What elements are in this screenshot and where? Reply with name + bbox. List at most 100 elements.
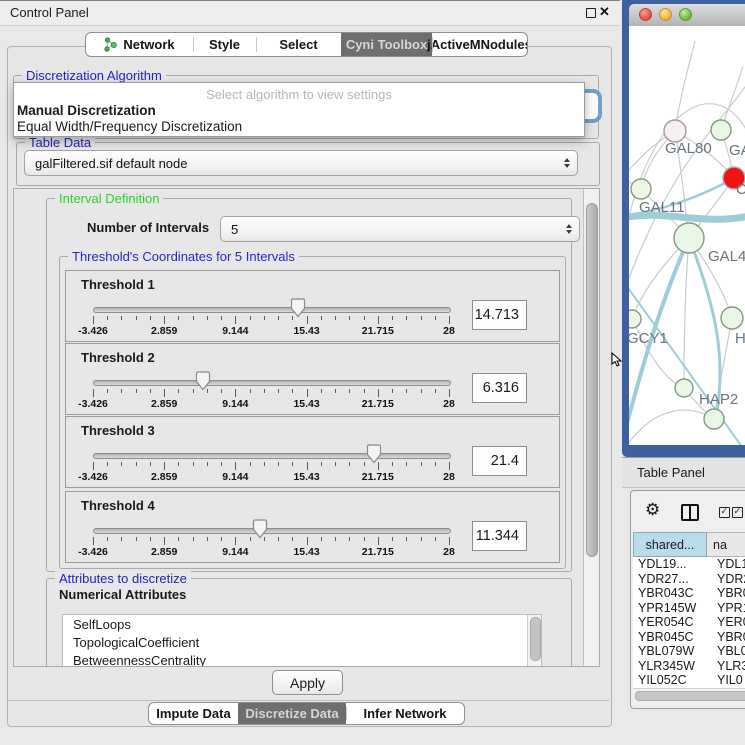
tab-impute-data[interactable]: Impute Data xyxy=(149,703,238,724)
network-node[interactable] xyxy=(675,379,693,397)
slider-track[interactable] xyxy=(93,528,451,534)
tick-label: 9.144 xyxy=(205,325,265,337)
group-title: Table Data xyxy=(25,135,95,150)
tab-select[interactable]: Select xyxy=(256,33,341,56)
dropdown-option-equal-width-frequency[interactable]: Equal Width/Frequency Discretization xyxy=(17,119,242,134)
tab-discretize-data[interactable]: Discretize Data xyxy=(238,703,346,724)
tick-label: -3.426 xyxy=(63,546,123,558)
table-row[interactable]: YPR145WYPR1 xyxy=(633,601,745,616)
attribute-list-item[interactable]: TopologicalCoefficient xyxy=(63,634,527,652)
slider-track[interactable] xyxy=(93,380,451,386)
table-row[interactable]: YER054CYER0 xyxy=(633,615,745,630)
tab-jactivemnodules[interactable]: jActiveMNodules xyxy=(432,33,527,56)
network-node[interactable] xyxy=(704,409,724,429)
tab-label: Cyni Toolbox xyxy=(346,37,427,52)
tick-label: 28 xyxy=(419,398,479,410)
tab-infer-network[interactable]: Infer Network xyxy=(346,703,464,724)
threshold-2-panel: Threshold 2 -3.4262.8599.14415.4321.7152… xyxy=(65,343,560,415)
gear-icon[interactable]: ⚙ xyxy=(645,500,660,520)
network-node[interactable] xyxy=(629,310,641,328)
table-data-combobox[interactable]: galFiltered.sif default node xyxy=(24,150,578,176)
table-horizontal-scrollbar[interactable] xyxy=(633,688,745,701)
column-header-name[interactable]: na xyxy=(707,532,745,557)
table-row[interactable]: YBL079WYBL0 xyxy=(633,644,745,659)
float-window-icon[interactable] xyxy=(586,8,596,18)
slider-track[interactable] xyxy=(93,453,451,459)
settings-scrollbar[interactable] xyxy=(583,189,599,666)
minimize-traffic-light[interactable] xyxy=(659,8,672,21)
threshold-value-field[interactable]: 14.713 xyxy=(472,300,527,330)
tab-network[interactable]: Network xyxy=(86,33,193,56)
columns-icon[interactable] xyxy=(681,504,699,521)
column-header-shared-name[interactable]: shared... xyxy=(633,532,707,557)
table-row[interactable]: YBR043CYBR0 xyxy=(633,586,745,601)
slider-thumb[interactable] xyxy=(251,519,269,539)
settings-scroll-area: Interval Definition Number of Intervals … xyxy=(13,188,600,667)
threshold-label: Threshold 3 xyxy=(81,423,155,438)
table-row[interactable]: YBR045CYBR0 xyxy=(633,630,745,645)
table-row[interactable]: YIL052CYIL0 xyxy=(633,673,745,688)
spinner-icon xyxy=(564,158,570,168)
checkbox-icon[interactable] xyxy=(732,507,743,518)
network-canvas[interactable]: GAL80GACGAL11GAL4GCY1HHAP2 xyxy=(629,26,745,445)
tick-label: 9.144 xyxy=(205,471,265,483)
node-label: GAL4 xyxy=(708,248,745,265)
table-rows: YDL19...YDL1YDR27...YDR2YBR043CYBR0YPR14… xyxy=(633,557,745,688)
node-label: C xyxy=(736,181,745,198)
tick-label: 21.715 xyxy=(348,546,408,558)
control-panel-header: Control Panel ✕ xyxy=(0,0,620,26)
slider-thumb[interactable] xyxy=(289,298,307,318)
thresholds-group: Threshold's Coordinates for 5 Intervals … xyxy=(59,256,566,569)
table-panel-header: Table Panel xyxy=(622,457,745,488)
tab-label: Discretize Data xyxy=(245,706,338,721)
top-tab-bar: Network Style Select Cyni Toolbox jActiv… xyxy=(85,32,528,57)
apply-button[interactable]: Apply xyxy=(272,670,343,695)
network-icon xyxy=(104,37,117,52)
network-node[interactable] xyxy=(674,223,704,253)
zoom-traffic-light[interactable] xyxy=(679,8,692,21)
tick-label: 9.144 xyxy=(205,398,265,410)
attribute-list-item[interactable]: BetweennessCentrality xyxy=(63,652,527,667)
tick-label: 2.859 xyxy=(134,325,194,337)
attributes-list-scrollbar[interactable] xyxy=(527,615,541,667)
table-row[interactable]: YDR27...YDR2 xyxy=(633,572,745,587)
network-window-titlebar[interactable] xyxy=(629,4,745,27)
bottom-tab-bar: Impute Data Discretize Data Infer Networ… xyxy=(148,702,465,725)
num-intervals-combobox[interactable]: 5 xyxy=(220,216,580,242)
tick-label: -3.426 xyxy=(63,325,123,337)
group-title: Attributes to discretize xyxy=(55,571,191,586)
threshold-value-field[interactable]: 11.344 xyxy=(472,521,527,551)
attributes-list-items: SelfLoopsTopologicalCoefficientBetweenne… xyxy=(63,616,527,667)
network-edge xyxy=(629,410,714,445)
network-node[interactable] xyxy=(631,179,651,199)
attributes-list: SelfLoopsTopologicalCoefficientBetweenne… xyxy=(62,614,542,667)
checkbox-icon[interactable] xyxy=(719,507,730,518)
threshold-1-panel: Threshold 1 -3.4262.8599.14415.4321.7152… xyxy=(65,270,560,342)
table-row[interactable]: YDL19...YDL1 xyxy=(633,557,745,572)
tab-style[interactable]: Style xyxy=(193,33,256,56)
network-node[interactable] xyxy=(721,307,743,329)
network-node[interactable] xyxy=(664,120,686,142)
close-icon[interactable]: ✕ xyxy=(599,4,610,20)
table-row[interactable]: YLR345WYLR3 xyxy=(633,659,745,674)
close-traffic-light[interactable] xyxy=(639,8,652,21)
attribute-list-item[interactable]: SelfLoops xyxy=(63,616,527,634)
slider-thumb[interactable] xyxy=(365,444,383,464)
tab-cyni-toolbox[interactable]: Cyni Toolbox xyxy=(341,33,432,56)
threshold-value-field[interactable]: 21.4 xyxy=(472,446,527,476)
content-divider xyxy=(8,700,609,701)
threshold-4-panel: Threshold 4 -3.4262.8599.14415.4321.7152… xyxy=(65,491,560,563)
scrollbar-thumb[interactable] xyxy=(635,691,745,701)
network-node[interactable] xyxy=(711,120,731,140)
combobox-value: galFiltered.sif default node xyxy=(35,156,187,171)
tab-label: Infer Network xyxy=(363,706,446,721)
scrollbar-thumb[interactable] xyxy=(530,617,541,661)
dropdown-option-manual-discretization[interactable]: Manual Discretization xyxy=(17,103,156,118)
tick-label: 28 xyxy=(419,546,479,558)
scrollbar-thumb[interactable] xyxy=(586,203,598,557)
slider-thumb[interactable] xyxy=(194,371,212,391)
tab-label: Style xyxy=(209,37,240,52)
threshold-value-field[interactable]: 6.316 xyxy=(472,373,527,403)
dropdown-hint: Select algorithm to view settings xyxy=(14,87,584,102)
slider-track[interactable] xyxy=(93,307,451,313)
